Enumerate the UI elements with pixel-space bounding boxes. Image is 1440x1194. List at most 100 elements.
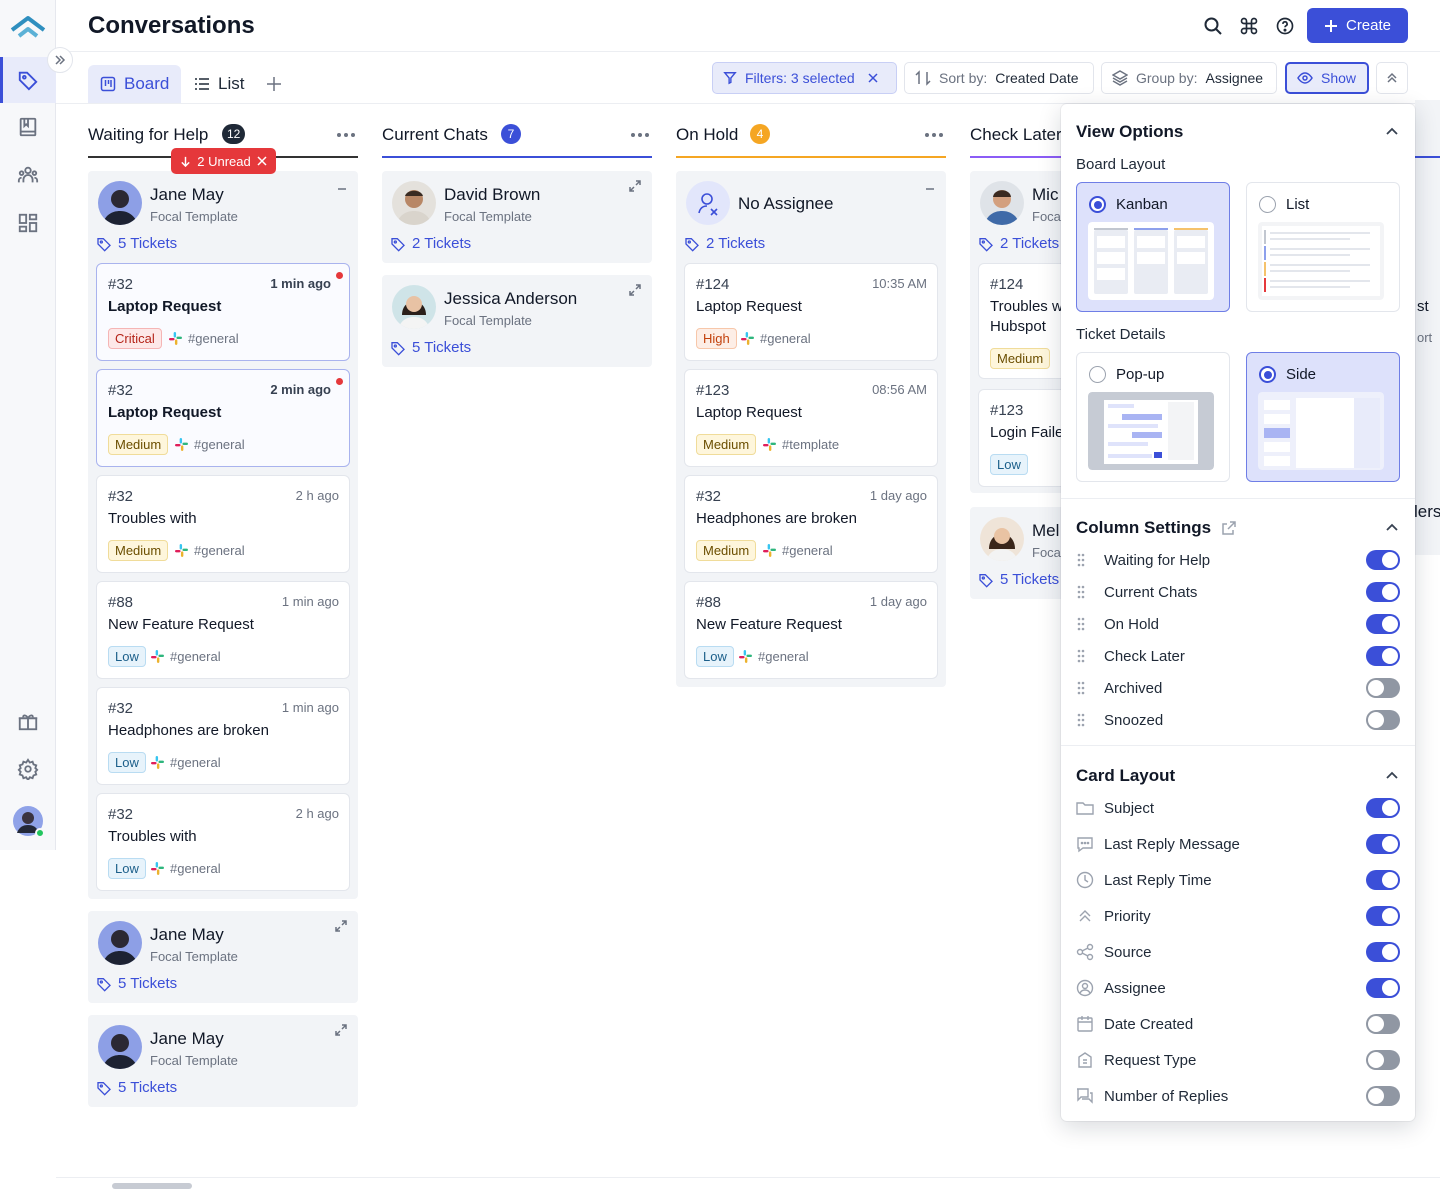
chevron-up-icon[interactable]: [1385, 124, 1399, 138]
card-layout-toggle[interactable]: [1366, 1086, 1400, 1106]
tab-board[interactable]: Board: [88, 65, 182, 103]
expand-icon[interactable]: [334, 1023, 348, 1037]
filters-button[interactable]: Filters: 3 selected: [712, 62, 897, 94]
external-link-icon[interactable]: [1221, 520, 1237, 536]
show-button[interactable]: Show: [1285, 62, 1369, 94]
more-icon[interactable]: [630, 132, 650, 138]
card-layout-toggle[interactable]: [1366, 906, 1400, 926]
column-toggle[interactable]: [1366, 550, 1400, 570]
more-icon[interactable]: [924, 132, 944, 138]
ticket-card[interactable]: #32 1 day ago Headphones are broken Medi…: [684, 475, 938, 573]
add-tab-button[interactable]: [254, 65, 294, 103]
ticket-count[interactable]: 2 Tickets: [390, 235, 471, 252]
layout-option-list[interactable]: List: [1246, 182, 1400, 312]
column-setting-row[interactable]: Current Chats: [1076, 576, 1400, 608]
ticket-card[interactable]: #124 10:35 AM Laptop Request High #gener…: [684, 263, 938, 361]
ticket-count[interactable]: 2 Tickets: [978, 235, 1059, 252]
column-setting-row[interactable]: Waiting for Help: [1076, 544, 1400, 576]
column-toggle[interactable]: [1366, 710, 1400, 730]
ticket-card[interactable]: #32 1 min ago Laptop Request Critical #g…: [96, 263, 350, 361]
ticket-count[interactable]: 5 Tickets: [390, 339, 471, 356]
radio[interactable]: [1259, 196, 1276, 213]
column-setting-row[interactable]: On Hold: [1076, 608, 1400, 640]
assignee-group[interactable]: Jane May Focal Template 5 Tickets: [88, 911, 358, 1003]
column-toggle[interactable]: [1366, 678, 1400, 698]
drag-handle-icon[interactable]: [1076, 616, 1086, 632]
close-icon[interactable]: [867, 72, 879, 84]
sidebar-item-team[interactable]: [0, 152, 56, 198]
column-toggle[interactable]: [1366, 614, 1400, 634]
ticket-card[interactable]: #32 2 h ago Troubles with Low #general: [96, 793, 350, 891]
help-button[interactable]: [1273, 14, 1297, 38]
collapse-button[interactable]: [1376, 62, 1408, 94]
sidebar-item-settings[interactable]: [0, 746, 56, 792]
drag-handle-icon[interactable]: [1076, 584, 1086, 600]
group-by-button[interactable]: Group by: Assignee: [1101, 62, 1277, 94]
card-layout-toggle[interactable]: [1366, 870, 1400, 890]
collapse-icon[interactable]: [924, 183, 936, 195]
ticket-card[interactable]: #88 1 min ago New Feature Request Low #g…: [96, 581, 350, 679]
radio[interactable]: [1089, 196, 1106, 213]
sidebar-item-knowledge[interactable]: [0, 104, 56, 150]
expand-icon[interactable]: [628, 283, 642, 297]
ticket-count[interactable]: 5 Tickets: [96, 235, 177, 252]
close-icon[interactable]: [257, 156, 267, 166]
assignee-group[interactable]: Mel Foca 5 Tickets: [970, 507, 1070, 599]
assignee-group[interactable]: Jane May Focal Template 5 Tickets: [88, 1015, 358, 1107]
sidebar-expand-button[interactable]: [47, 47, 73, 73]
card-layout-row[interactable]: Last Reply Message: [1076, 828, 1400, 860]
expand-icon[interactable]: [334, 919, 348, 933]
card-layout-toggle[interactable]: [1366, 1050, 1400, 1070]
create-button[interactable]: Create: [1307, 8, 1408, 43]
ticket-card[interactable]: #123 08:56 AM Laptop Request Medium #tem…: [684, 369, 938, 467]
search-button[interactable]: [1201, 14, 1225, 38]
unread-pill[interactable]: 2 Unread: [171, 148, 276, 174]
drag-handle-icon[interactable]: [1076, 680, 1086, 696]
column-toggle[interactable]: [1366, 646, 1400, 666]
ticket-card[interactable]: #32 1 min ago Headphones are broken Low …: [96, 687, 350, 785]
drag-handle-icon[interactable]: [1076, 712, 1086, 728]
tab-list[interactable]: List: [182, 65, 256, 103]
sidebar-item-gifts[interactable]: [0, 698, 56, 744]
horizontal-scrollbar[interactable]: [112, 1183, 192, 1189]
column-setting-row[interactable]: Archived: [1076, 672, 1400, 704]
card-layout-row[interactable]: Number of Replies: [1076, 1080, 1400, 1112]
chevron-up-icon[interactable]: [1385, 520, 1399, 534]
card-layout-row[interactable]: Priority: [1076, 900, 1400, 932]
ticket-card[interactable]: #32 2 min ago Laptop Request Medium #gen…: [96, 369, 350, 467]
card-layout-row[interactable]: Source: [1076, 936, 1400, 968]
radio[interactable]: [1089, 366, 1106, 383]
card-layout-toggle[interactable]: [1366, 942, 1400, 962]
card-layout-row[interactable]: Last Reply Time: [1076, 864, 1400, 896]
collapse-icon[interactable]: [336, 183, 348, 195]
command-button[interactable]: [1237, 14, 1261, 38]
drag-handle-icon[interactable]: [1076, 648, 1086, 664]
card-layout-toggle[interactable]: [1366, 978, 1400, 998]
sort-button[interactable]: Sort by: Created Date: [904, 62, 1094, 94]
ticket-card[interactable]: #32 2 h ago Troubles with Medium #genera…: [96, 475, 350, 573]
card-layout-row[interactable]: Subject: [1076, 792, 1400, 824]
radio[interactable]: [1259, 366, 1276, 383]
column-setting-row[interactable]: Snoozed: [1076, 704, 1400, 736]
card-layout-row[interactable]: Request Type: [1076, 1044, 1400, 1076]
layout-option-kanban[interactable]: Kanban: [1076, 182, 1230, 312]
card-layout-row[interactable]: Assignee: [1076, 972, 1400, 1004]
card-layout-toggle[interactable]: [1366, 1014, 1400, 1034]
chevron-up-icon[interactable]: [1385, 768, 1399, 782]
drag-handle-icon[interactable]: [1076, 552, 1086, 568]
card-layout-toggle[interactable]: [1366, 798, 1400, 818]
app-logo[interactable]: [10, 14, 46, 40]
ticket-count[interactable]: 5 Tickets: [96, 975, 177, 992]
assignee-group[interactable]: Jessica Anderson Focal Template 5 Ticket…: [382, 275, 652, 367]
more-icon[interactable]: [336, 132, 356, 138]
card-layout-toggle[interactable]: [1366, 834, 1400, 854]
assignee-group[interactable]: David Brown Focal Template 2 Tickets: [382, 171, 652, 263]
expand-icon[interactable]: [628, 179, 642, 193]
ticket-count[interactable]: 2 Tickets: [684, 235, 765, 252]
card-layout-row[interactable]: Date Created: [1076, 1008, 1400, 1040]
column-setting-row[interactable]: Check Later: [1076, 640, 1400, 672]
ticket-count[interactable]: 5 Tickets: [96, 1079, 177, 1096]
ticket-card[interactable]: #88 1 day ago New Feature Request Low #g…: [684, 581, 938, 679]
details-option-popup[interactable]: Pop-up: [1076, 352, 1230, 482]
column-toggle[interactable]: [1366, 582, 1400, 602]
